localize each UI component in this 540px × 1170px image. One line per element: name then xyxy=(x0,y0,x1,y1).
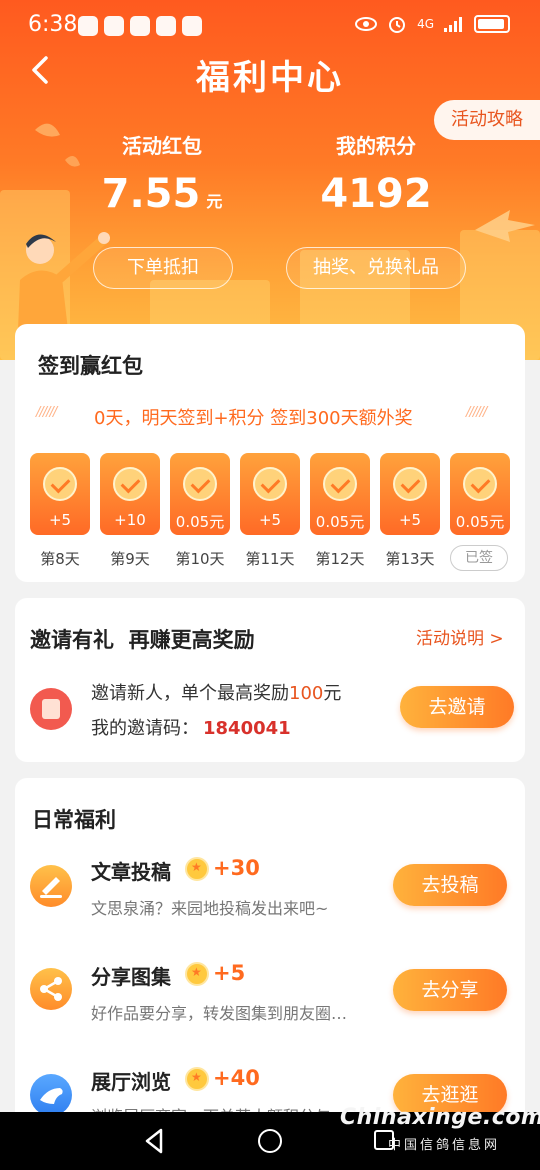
order-deduct-button[interactable]: 下单抵扣 xyxy=(93,247,233,289)
notification-icons xyxy=(78,16,202,36)
invite-reward-suffix: 元 xyxy=(323,683,342,704)
status-time: 6:38 xyxy=(28,12,78,37)
checkin-day-card[interactable]: +5 xyxy=(240,453,300,535)
coin-icon xyxy=(185,962,209,986)
share-icon xyxy=(30,968,72,1010)
task-name: 分享图集 xyxy=(91,965,171,989)
nav-home-icon[interactable] xyxy=(258,1129,282,1153)
check-icon xyxy=(183,467,217,501)
points-summary: 我的积分 4192 xyxy=(276,130,476,217)
task-description: 文思泉涌？来园地投稿发出来吧~ xyxy=(91,899,329,918)
eye-icon xyxy=(355,17,378,31)
checkin-day-label: 第12天 xyxy=(315,550,365,568)
submit-article-button[interactable]: 去投稿 xyxy=(393,864,507,906)
notification-icon xyxy=(130,16,150,36)
checkin-day-label: 第10天 xyxy=(175,550,225,568)
checkin-day-card[interactable]: 0.05元 xyxy=(170,453,230,535)
checkin-amount: +5 xyxy=(258,511,282,529)
marquee-deco: ////// xyxy=(466,405,487,420)
red-envelope-icon xyxy=(30,688,72,730)
network-label: 4G xyxy=(417,17,434,31)
check-icon xyxy=(393,467,427,501)
coin-icon xyxy=(185,1067,209,1091)
activity-rules-link[interactable]: 活动说明 > xyxy=(416,624,504,649)
task-points: +40 xyxy=(213,1066,260,1090)
notification-icon xyxy=(156,16,176,36)
checkin-amount: +5 xyxy=(48,511,72,529)
checkin-day-card[interactable]: +10 xyxy=(100,453,160,535)
battery-icon xyxy=(474,15,510,33)
daily-title: 日常福利 xyxy=(32,808,116,832)
checkin-title: 签到赢红包 xyxy=(38,354,143,378)
points-value: 4192 xyxy=(320,171,432,217)
status-right: 4G xyxy=(355,14,510,34)
checkin-day-label: 第13天 xyxy=(385,550,435,568)
checkin-day-card[interactable]: 0.05元 xyxy=(450,453,510,535)
marquee-deco: ////// xyxy=(36,405,57,420)
lottery-exchange-button[interactable]: 抽奖、兑换礼品 xyxy=(286,247,466,289)
task-name: 文章投稿 xyxy=(91,860,171,884)
status-bar: 6:38 4G xyxy=(0,0,540,52)
red-packet-value-row: 7.55 元 xyxy=(62,171,262,217)
checkin-day-card[interactable]: +5 xyxy=(380,453,440,535)
invite-reward-amount: 100 xyxy=(289,683,324,704)
pen-icon xyxy=(30,865,72,907)
task-description: 好作品要分享，转发图集到朋友圈… xyxy=(91,1004,348,1023)
check-icon xyxy=(113,467,147,501)
pigeon-icon xyxy=(30,1074,72,1116)
checkin-amount: 0.05元 xyxy=(455,513,505,531)
checkin-marquee: ////// 0天，明天签到+积分 签到300天额外奖 ////// xyxy=(22,402,512,432)
marquee-text: 0天，明天签到+积分 签到300天额外奖 xyxy=(94,408,413,429)
signal-icon xyxy=(444,17,462,32)
red-packet-value: 7.55 xyxy=(101,171,201,217)
check-icon xyxy=(253,467,287,501)
invite-code[interactable]: 1840041 xyxy=(203,718,291,739)
red-packet-summary: 活动红包 7.55 元 xyxy=(62,130,262,217)
invite-code-row: 我的邀请码： 1840041 xyxy=(91,714,291,740)
red-packet-label: 活动红包 xyxy=(122,134,202,158)
checkin-day-label: 第11天 xyxy=(245,550,295,568)
share-album-button[interactable]: 去分享 xyxy=(393,969,507,1011)
notification-icon xyxy=(182,16,202,36)
check-icon xyxy=(323,467,357,501)
page-title: 福利中心 xyxy=(196,58,344,98)
checkin-amount: +10 xyxy=(114,511,146,529)
task-points: +30 xyxy=(213,856,260,880)
task-name: 展厅浏览 xyxy=(91,1070,171,1094)
arrow-decoration xyxy=(475,210,535,242)
check-icon xyxy=(43,467,77,501)
nav-back-icon[interactable] xyxy=(143,1128,165,1154)
checkin-amount: +5 xyxy=(398,511,422,529)
checkin-day-card[interactable]: 0.05元 xyxy=(310,453,370,535)
alarm-icon xyxy=(389,17,406,33)
checkin-day-label: 第8天 xyxy=(40,550,80,568)
watermark-cn: 中国信鸽信息网 xyxy=(388,1138,501,1153)
checkin-amount: 0.05元 xyxy=(175,513,225,531)
invite-button[interactable]: 去邀请 xyxy=(400,686,514,728)
red-packet-unit: 元 xyxy=(206,192,223,211)
invite-reward-text: 邀请新人，单个最高奖励100元 xyxy=(91,679,341,705)
invite-reward-prefix: 邀请新人，单个最高奖励 xyxy=(91,683,289,704)
notification-icon xyxy=(78,16,98,36)
task-points: +5 xyxy=(213,961,246,985)
invite-title: 邀请有礼 再赚更高奖励 xyxy=(30,628,255,652)
invite-code-label: 我的邀请码： xyxy=(91,718,199,739)
checkin-day-card[interactable]: +5 xyxy=(30,453,90,535)
coin-icon xyxy=(185,857,209,881)
notification-icon xyxy=(104,16,124,36)
watermark-site: Chinaxinge.com xyxy=(340,1105,540,1130)
signed-badge: 已签 xyxy=(450,545,508,571)
checkin-day-label: 第9天 xyxy=(110,550,150,568)
check-icon xyxy=(463,467,497,501)
points-label: 我的积分 xyxy=(336,134,416,158)
checkin-amount: 0.05元 xyxy=(315,513,365,531)
